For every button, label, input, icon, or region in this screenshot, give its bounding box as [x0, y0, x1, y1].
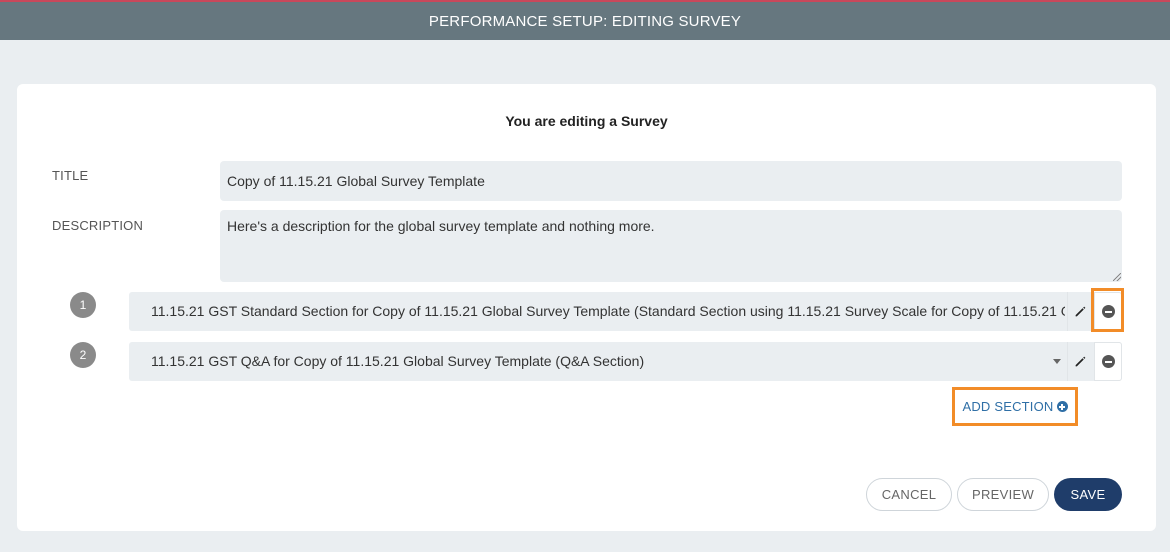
- survey-editor-card: You are editing a Survey TITLE Copy of 1…: [17, 84, 1156, 531]
- description-text: Here's a description for the global surv…: [227, 218, 655, 234]
- section-select[interactable]: 11.15.21 GST Q&A for Copy of 11.15.21 Gl…: [129, 342, 1065, 381]
- chevron-down-icon[interactable]: [1053, 359, 1061, 364]
- page-title: PERFORMANCE SETUP: EDITING SURVEY: [428, 12, 742, 30]
- plus-circle-icon: [1056, 401, 1068, 412]
- title-input[interactable]: Copy of 11.15.21 Global Survey Template: [220, 161, 1122, 201]
- save-button[interactable]: SAVE: [1054, 478, 1122, 511]
- add-section-label: ADD SECTION: [962, 399, 1054, 414]
- cancel-button[interactable]: CANCEL: [866, 478, 952, 511]
- section-row: 11.15.21 GST Q&A for Copy of 11.15.21 Gl…: [129, 342, 1122, 381]
- section-row: 11.15.21 GST Standard Section for Copy o…: [129, 292, 1122, 331]
- page-header: PERFORMANCE SETUP: EDITING SURVEY: [0, 2, 1170, 40]
- pencil-icon: [1075, 356, 1086, 367]
- minus-circle-icon: [1101, 355, 1115, 368]
- resize-grip-icon[interactable]: [1113, 273, 1121, 281]
- editor-heading: You are editing a Survey: [505, 113, 668, 129]
- preview-button[interactable]: PREVIEW: [957, 478, 1049, 511]
- description-textarea[interactable]: Here's a description for the global surv…: [220, 210, 1122, 282]
- minus-circle-icon: [1101, 305, 1115, 318]
- section-select[interactable]: 11.15.21 GST Standard Section for Copy o…: [129, 292, 1065, 331]
- section-number-badge: 2: [70, 342, 96, 368]
- title-label: TITLE: [52, 168, 89, 183]
- remove-section-button[interactable]: [1094, 342, 1122, 381]
- add-section-button[interactable]: ADD SECTION: [952, 387, 1078, 426]
- edit-section-button[interactable]: [1067, 292, 1093, 331]
- remove-section-button[interactable]: [1094, 292, 1122, 331]
- edit-section-button[interactable]: [1067, 342, 1093, 381]
- description-label: DESCRIPTION: [52, 218, 144, 233]
- section-number-badge: 1: [70, 292, 96, 318]
- pencil-icon: [1075, 306, 1086, 317]
